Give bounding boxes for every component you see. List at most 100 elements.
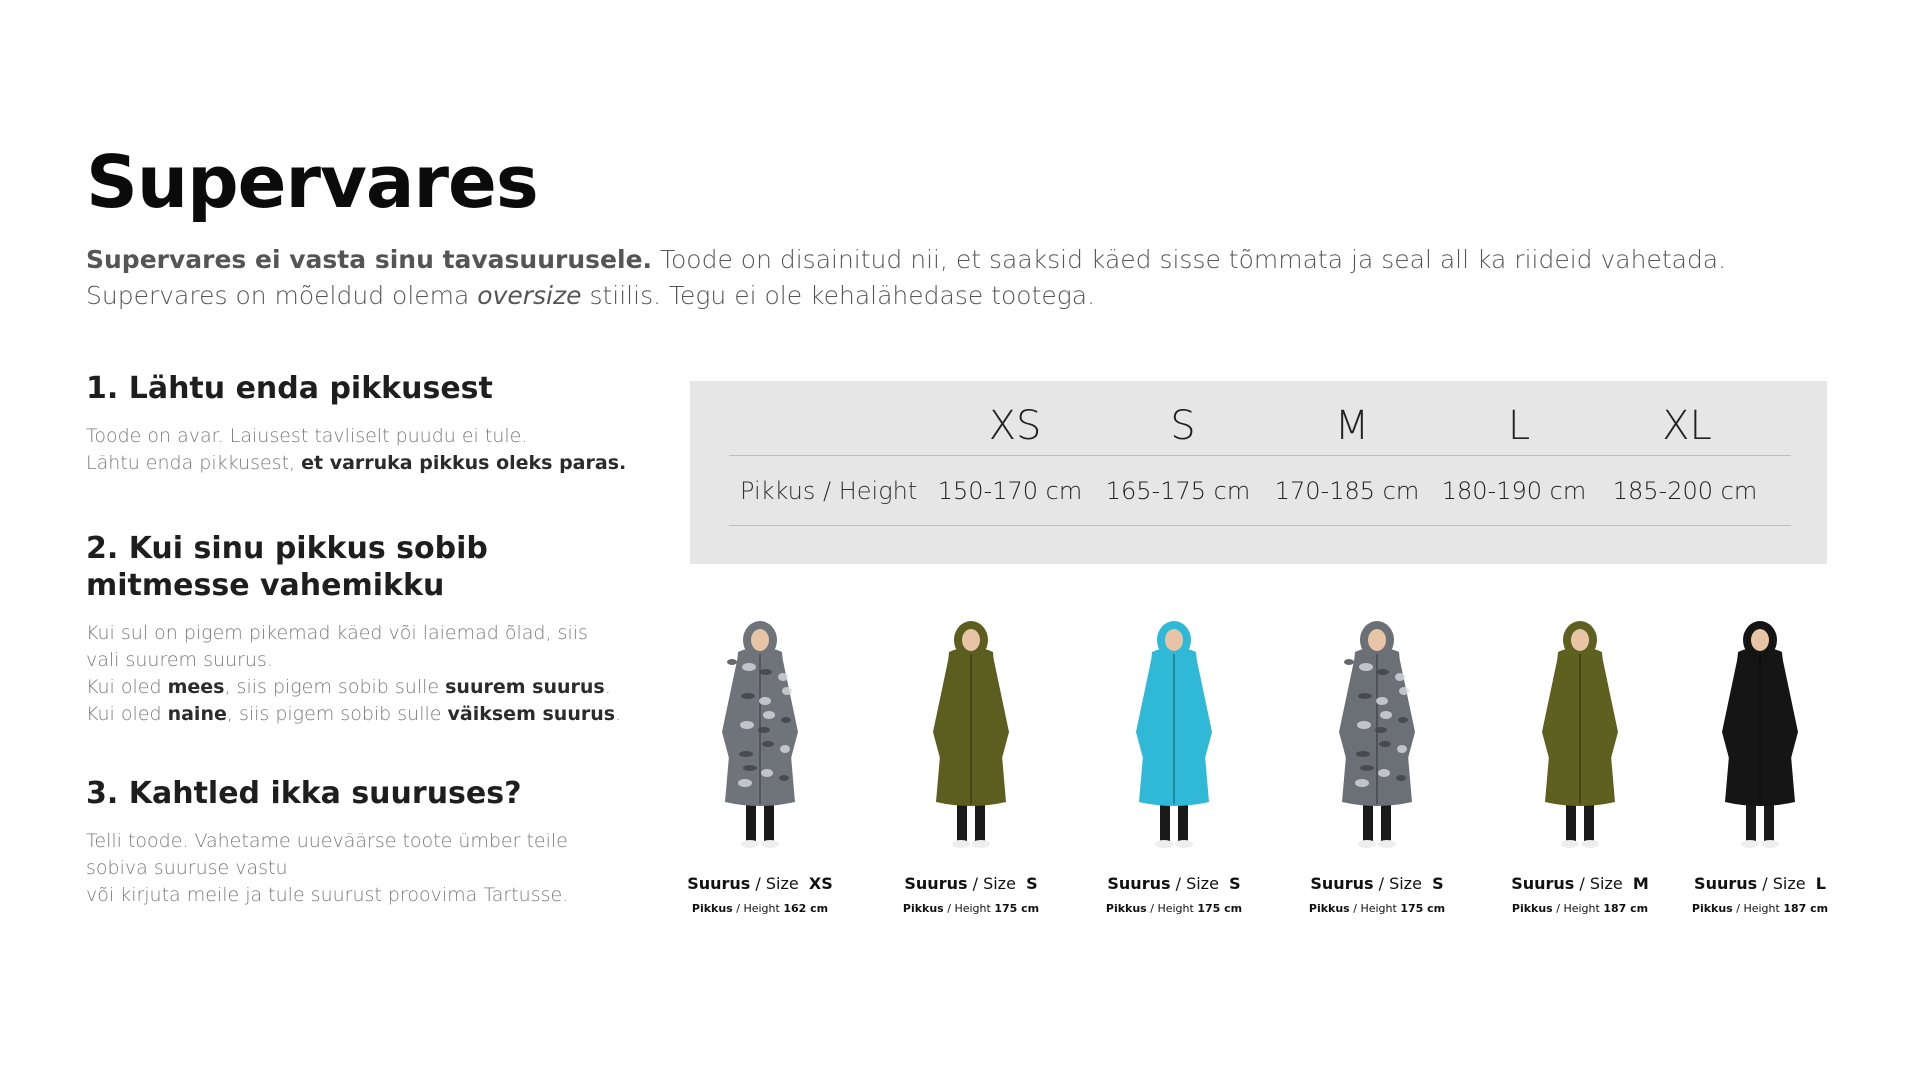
size-word: Suurus bbox=[1694, 874, 1758, 893]
height-en: Height bbox=[1563, 902, 1600, 915]
size-word: Suurus bbox=[1107, 874, 1171, 893]
height-word: Pikkus bbox=[691, 902, 733, 915]
intro-bold: Supervares ei vasta sinu tavasuurusele. bbox=[86, 245, 653, 274]
size-header-xs: XS bbox=[988, 403, 1042, 449]
size-value: XS bbox=[808, 874, 833, 893]
size-value: L bbox=[1815, 874, 1826, 893]
size-word: Suurus bbox=[1511, 874, 1575, 893]
height-value: 175 cm bbox=[994, 902, 1040, 915]
size-en: Size bbox=[1772, 874, 1806, 893]
height-s: 165-175 cm bbox=[1105, 477, 1251, 505]
size-header-xl: XL bbox=[1662, 403, 1712, 449]
step-3: 3. Kahtled ikka suuruses? Telli toode. V… bbox=[86, 775, 646, 909]
model-photo bbox=[1542, 621, 1618, 848]
step-2-a3: , siis pigem sobib sulle bbox=[224, 676, 446, 698]
model-size-caption: Suurus / Size S bbox=[904, 874, 1038, 893]
size-value: S bbox=[1026, 874, 1038, 893]
step-3-text: Telli toode. Vahetame uueväärse toote üm… bbox=[86, 828, 646, 909]
step-2-b3: , siis pigem sobib sulle bbox=[226, 703, 448, 725]
height-xl: 185-200 cm bbox=[1612, 477, 1758, 505]
height-m: 170-185 cm bbox=[1274, 477, 1420, 505]
height-word: Pikkus bbox=[1105, 902, 1147, 915]
model-photo bbox=[1722, 621, 1798, 848]
height-xs: 150-170 cm bbox=[937, 477, 1083, 505]
model-size-caption: Suurus / Size S bbox=[1310, 874, 1444, 893]
model-photo bbox=[722, 621, 798, 848]
size-en: Size bbox=[1186, 874, 1219, 893]
height-value: 175 cm bbox=[1197, 902, 1243, 915]
step-2-b4: väiksem suurus bbox=[447, 703, 616, 725]
size-word: Suurus bbox=[687, 874, 751, 893]
height-value: 187 cm bbox=[1783, 902, 1829, 915]
model-card: Suurus / Size XS Pikkus / Height 162 cm bbox=[680, 612, 840, 932]
model-card: Suurus / Size S Pikkus / Height 175 cm bbox=[1094, 612, 1254, 932]
height-en: Height bbox=[1743, 902, 1780, 915]
height-value: 175 cm bbox=[1400, 902, 1446, 915]
step-2-b5: . bbox=[615, 703, 622, 725]
height-word: Pikkus bbox=[1308, 902, 1350, 915]
model-size-caption: Suurus / Size S bbox=[1107, 874, 1241, 893]
model-card: Suurus / Size L Pikkus / Height 187 cm bbox=[1680, 612, 1840, 932]
step-3-title: 3. Kahtled ikka suuruses? bbox=[86, 776, 522, 811]
height-word: Pikkus bbox=[1511, 902, 1553, 915]
step-2: 2. Kui sinu pikkus sobib mitmesse vahemi… bbox=[86, 530, 646, 728]
step-1-text: Toode on avar. Laiusest tavliselt puudu … bbox=[86, 423, 646, 477]
model-height-caption: Pikkus / Height 187 cm bbox=[1511, 902, 1649, 915]
height-value: 187 cm bbox=[1603, 902, 1649, 915]
height-l: 180-190 cm bbox=[1441, 477, 1587, 505]
model-photo bbox=[1136, 621, 1212, 848]
intro-text: Supervares ei vasta sinu tavasuurusele. … bbox=[86, 242, 1806, 314]
size-word: Suurus bbox=[904, 874, 968, 893]
step-3-line2: või kirjuta meile ja tule suurust proovi… bbox=[86, 884, 569, 906]
step-2-text: Kui sul on pigem pikemad käed või laiema… bbox=[86, 620, 646, 728]
model-gallery: Suurus / Size XS Pikkus / Height 162 cm … bbox=[680, 612, 1860, 932]
step-1-title: 1. Lähtu enda pikkusest bbox=[86, 371, 493, 406]
page-title: Supervares bbox=[86, 140, 539, 224]
step-2-a1: Kui oled bbox=[86, 676, 168, 698]
size-header-s: S bbox=[1170, 403, 1196, 449]
table-divider-top bbox=[729, 455, 1791, 456]
height-word: Pikkus bbox=[1691, 902, 1733, 915]
size-header-l: L bbox=[1507, 403, 1531, 449]
height-en: Height bbox=[1360, 902, 1397, 915]
height-en: Height bbox=[954, 902, 991, 915]
step-2-title: 2. Kui sinu pikkus sobib mitmesse vahemi… bbox=[86, 530, 646, 604]
step-3-line1: Telli toode. Vahetame uueväärse toote üm… bbox=[86, 830, 568, 879]
table-divider-bottom bbox=[729, 525, 1791, 526]
size-en: Size bbox=[765, 874, 799, 893]
step-2-a5: . bbox=[604, 676, 611, 698]
model-card: Suurus / Size S Pikkus / Height 175 cm bbox=[1297, 612, 1457, 932]
size-value: S bbox=[1229, 874, 1241, 893]
height-value: 162 cm bbox=[783, 902, 829, 915]
step-2-b2: naine bbox=[167, 703, 227, 725]
step-2-title-l1: 2. Kui sinu pikkus sobib bbox=[86, 531, 488, 566]
step-1-line2b: et varruka pikkus oleks paras. bbox=[301, 452, 627, 474]
step-2-b1: Kui oled bbox=[86, 703, 168, 725]
step-2-a4: suurem suurus bbox=[445, 676, 605, 698]
model-card: Suurus / Size S Pikkus / Height 175 cm bbox=[891, 612, 1051, 932]
intro-rest: Toode on disainitud nii, et saaksid käed… bbox=[652, 245, 1727, 274]
size-table: XS S M L XL Pikkus / Height 150-170 cm 1… bbox=[690, 381, 1827, 564]
size-header-m: M bbox=[1334, 403, 1370, 449]
model-photo bbox=[933, 621, 1009, 848]
size-value: M bbox=[1632, 874, 1649, 893]
height-word: Pikkus bbox=[902, 902, 944, 915]
size-en: Size bbox=[1389, 874, 1422, 893]
step-1-line1: Toode on avar. Laiusest tavliselt puudu … bbox=[86, 425, 528, 447]
step-2-title-l2: mitmesse vahemikku bbox=[86, 568, 445, 603]
step-1: 1. Lähtu enda pikkusest Toode on avar. L… bbox=[86, 370, 646, 477]
size-en: Size bbox=[1589, 874, 1623, 893]
step-2-line1: Kui sul on pigem pikemad käed või laiema… bbox=[86, 622, 588, 671]
intro-line2b: stiilis. Tegu ei ole kehalähedase tooteg… bbox=[581, 281, 1096, 310]
model-card: Suurus / Size M Pikkus / Height 187 cm bbox=[1500, 612, 1660, 932]
model-height-caption: Pikkus / Height 175 cm bbox=[902, 902, 1040, 915]
model-height-caption: Pikkus / Height 175 cm bbox=[1105, 902, 1243, 915]
model-size-caption: Suurus / Size L bbox=[1694, 874, 1826, 893]
model-photo bbox=[1339, 621, 1415, 848]
intro-italic: oversize bbox=[477, 281, 582, 310]
size-word: Suurus bbox=[1310, 874, 1374, 893]
model-height-caption: Pikkus / Height 162 cm bbox=[691, 902, 829, 915]
step-2-a2: mees bbox=[167, 676, 225, 698]
model-height-caption: Pikkus / Height 175 cm bbox=[1308, 902, 1446, 915]
model-size-caption: Suurus / Size M bbox=[1511, 874, 1649, 893]
